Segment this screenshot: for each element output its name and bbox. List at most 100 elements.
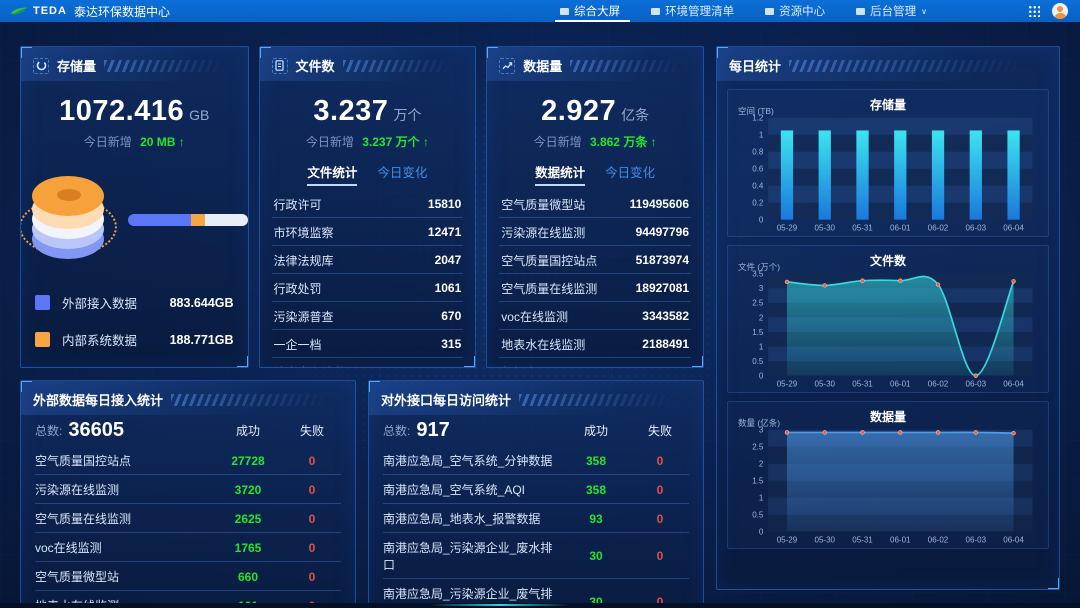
up-arrow-icon: ↑ — [423, 135, 429, 149]
chart-header: 数据量 数量 (亿条) — [736, 408, 1040, 425]
svg-text:0.5: 0.5 — [752, 510, 764, 519]
files-table: 行政许可 15810 市环境监察 12471 法律法规库 2047 — [272, 190, 464, 368]
row-label: 空气质量微型站 — [35, 568, 213, 585]
svg-text:06-04: 06-04 — [1003, 379, 1024, 388]
row-label: voc在线监测 — [501, 308, 568, 325]
row-value: 51873974 — [636, 253, 689, 267]
svg-text:05-30: 05-30 — [814, 535, 835, 544]
fail-count: 0 — [631, 454, 689, 468]
area-chart: 00.511.522.5305-2905-3005-3106-0106-0206… — [736, 425, 1040, 546]
delta-value: 3.862 万条 — [590, 135, 647, 149]
bar-chart: 00.20.40.60.811.205-2905-3005-3106-0106-… — [736, 113, 1040, 234]
user-avatar[interactable] — [1052, 3, 1068, 19]
svg-text:06-01: 06-01 — [890, 224, 911, 233]
tab[interactable]: 今日变化 — [605, 162, 655, 186]
fail-count: 0 — [283, 570, 341, 584]
fail-count: 0 — [631, 483, 689, 497]
files-card: 文件数 3.237万个 今日新增 3.237 万个 ↑ 文件统计今日变化 — [259, 46, 477, 368]
storage-ring-icon — [33, 58, 49, 74]
row-label: 南港应急局_污染源企业_废水排口 — [383, 539, 561, 573]
interface-table: 南港应急局_空气系统_分钟数据 358 0 南港应急局_空气系统_AQI 358… — [383, 446, 689, 608]
data-total: 2.927亿条 — [487, 95, 703, 128]
row-value: 670 — [441, 309, 461, 323]
apps-grid-icon[interactable] — [1028, 5, 1040, 17]
bottom-glow-decoration — [0, 603, 1080, 608]
brand[interactable]: TEDA 泰达环保数据中心 — [10, 3, 170, 20]
svg-text:06-01: 06-01 — [890, 379, 911, 388]
legend-swatch — [35, 295, 50, 310]
nav-item[interactable]: 综合大屏 — [547, 0, 638, 22]
table-row: 一企一档 315 — [272, 330, 464, 358]
success-column-header: 成功 — [213, 422, 283, 439]
legend-label: 剩余空间 — [62, 367, 158, 368]
legend-swatch — [35, 332, 50, 347]
daily-files-chart: 文件数 文件 (万个) 00.511.522.533.505-2905-3005… — [727, 245, 1049, 393]
brand-logo-text: TEDA — [33, 5, 67, 17]
svg-text:05-30: 05-30 — [814, 224, 835, 233]
chart-title: 数据量 — [736, 408, 1040, 425]
chart-y-axis-label: 空间 (TB) — [738, 105, 774, 117]
row-value: 18927081 — [636, 281, 689, 295]
totals-row: 总数: 917 成功 失败 — [369, 415, 703, 446]
data-tabs: 数据统计今日变化 — [487, 162, 703, 186]
success-count: 30 — [561, 549, 631, 563]
nav-item-label: 环境管理清单 — [665, 3, 734, 19]
table-row: 空气质量国控站点 51873974 — [499, 246, 691, 274]
table-row: 空气质量在线监测 2625 0 — [35, 504, 341, 533]
data-volume-card: 数据量 2.927亿条 今日新增 3.862 万条 ↑ 数据统计今日变化 — [486, 46, 704, 368]
card-header: 存储量 — [21, 47, 248, 81]
usage-bar-segment — [205, 214, 248, 226]
external-data-table: 空气质量国控站点 27728 0 污染源在线监测 3720 0 — [35, 446, 341, 608]
tab[interactable]: 数据统计 — [535, 162, 585, 186]
card-header: 数据量 — [487, 47, 703, 81]
tab[interactable]: 文件统计 — [307, 162, 357, 186]
card-header: 文件数 — [260, 47, 476, 81]
svg-text:06-02: 06-02 — [928, 535, 949, 544]
table-row: 南港应急局_地表水_报警数据 93 0 — [383, 504, 689, 533]
stat-cards-row: 存储量 1072.416GB 今日新增 20 MB ↑ — [20, 46, 704, 368]
hatch-decoration — [519, 394, 691, 406]
fail-count: 0 — [631, 549, 689, 563]
svg-text:2.5: 2.5 — [752, 299, 764, 308]
fail-count: 0 — [283, 541, 341, 555]
card-title: 数据量 — [523, 56, 562, 75]
nav-item-label: 资源中心 — [779, 3, 825, 19]
main-content: 存储量 1072.416GB 今日新增 20 MB ↑ — [0, 22, 1080, 608]
row-value: 15810 — [428, 197, 461, 211]
row-value: 12471 — [428, 225, 461, 239]
table-row: 污染源在线监测 3720 0 — [35, 475, 341, 504]
row-value: 315 — [441, 337, 461, 351]
success-column-header: 成功 — [561, 422, 631, 439]
storage-unit: GB — [189, 107, 209, 123]
nav-item[interactable]: 环境管理清单 — [638, 0, 752, 22]
nav-item[interactable]: 资源中心 — [752, 0, 843, 22]
success-count: 358 — [561, 454, 631, 468]
table-row: 空气质量微型站 660 0 — [35, 562, 341, 591]
fail-count: 0 — [283, 454, 341, 468]
daily-storage-chart: 存储量 空间 (TB) 00.20.40.60.811.205-2905-300… — [727, 89, 1049, 237]
storage-value: 1072.416 — [59, 95, 184, 127]
card-title: 文件数 — [296, 56, 335, 75]
chart-y-axis-label: 数量 (亿条) — [738, 417, 780, 429]
data-value: 2.927 — [541, 95, 616, 127]
svg-text:06-02: 06-02 — [928, 224, 949, 233]
trend-chart-icon — [499, 58, 515, 74]
row-value: 94497796 — [636, 225, 689, 239]
table-row: 南港应急局_污染源企业_废水排口 30 0 — [383, 533, 689, 579]
up-arrow-icon: ↑ — [651, 135, 657, 149]
top-right-actions — [1028, 0, 1068, 22]
files-value: 3.237 — [313, 95, 388, 127]
svg-text:05-30: 05-30 — [814, 379, 835, 388]
tab[interactable]: 今日变化 — [377, 162, 427, 186]
panel-header: 外部数据每日接入统计 — [21, 381, 355, 415]
dashboard-screen: TEDA 泰达环保数据中心 综合大屏 环境管理清单 资源 — [0, 0, 1080, 608]
success-count: 27728 — [213, 454, 283, 468]
left-column: 存储量 1072.416GB 今日新增 20 MB ↑ — [20, 46, 704, 590]
screen-icon — [765, 8, 774, 15]
table-row: 行政处罚 1061 — [272, 274, 464, 302]
panel-header: 每日统计 — [717, 47, 1059, 81]
table-row: 行政许可 15810 — [272, 190, 464, 218]
nav-item[interactable]: 后台管理 ∨ — [843, 0, 940, 22]
caret-down-icon: ∨ — [921, 7, 927, 16]
screen-icon — [856, 8, 865, 15]
